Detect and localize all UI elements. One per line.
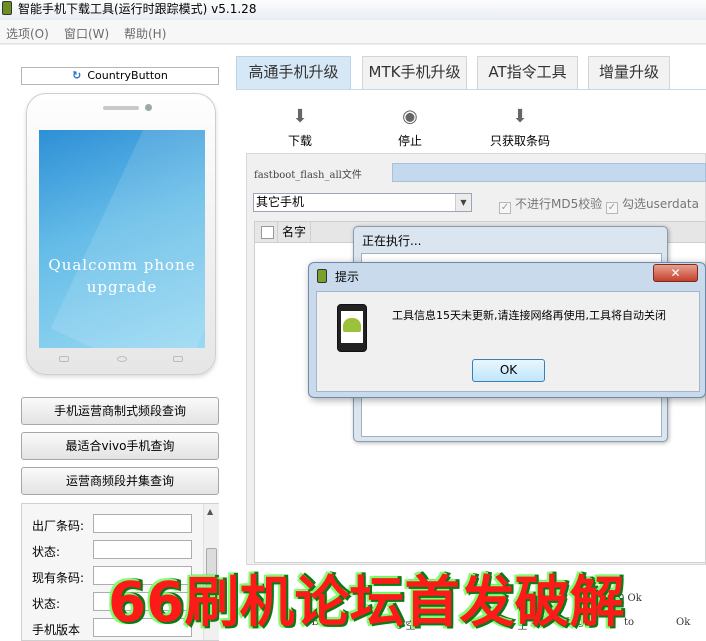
menu-help[interactable]: 帮助(H) [124,25,166,42]
menu-window[interactable]: 窗口(W) [64,25,109,42]
arrow-down-icon: ⬇ [512,106,528,127]
status-label-2: 状态: [32,597,61,611]
status-fragment: Ok [676,617,691,628]
close-button[interactable]: ✕ [653,264,698,282]
menu-bar: 选项(O) 窗口(W) 帮助(H) [0,20,706,44]
userdata-checkbox[interactable]: ✓ 勾选userdata [606,195,699,214]
download-label: 下载 [287,134,312,148]
stop-button[interactable]: ◉ 停止 [370,106,450,149]
screen-shine [50,130,205,348]
get-barcode-only-button[interactable]: ⬇ 只获取条码 [480,106,560,149]
current-barcode-label: 现有条码: [32,571,85,585]
country-button[interactable]: ↻ CountryButton [21,67,219,85]
scroll-up-icon[interactable]: ▲ [207,507,213,516]
phone-speaker [103,106,139,110]
phone-type-select[interactable]: 其它手机 ▼ [253,193,472,212]
message-dialog-title: 提示 [335,270,360,284]
tab-strip-line [236,89,706,90]
flash-all-path-field[interactable] [392,163,706,182]
android-robot-icon [343,318,361,332]
menu-key-icon [59,356,69,362]
refresh-icon: ↻ [72,69,82,82]
tab-qualcomm-upgrade[interactable]: 高通手机升级 [236,56,351,89]
stop-icon: ◉ [402,106,418,127]
flash-all-label: fastboot_flash_all文件 [254,170,362,181]
factory-barcode-field[interactable] [93,514,192,533]
app-icon [2,1,12,15]
stop-label: 停止 [397,134,422,148]
status-fragment: to [624,617,635,628]
menu-options[interactable]: 选项(O) [6,25,49,42]
title-bar: 智能手机下载工具(运行时跟踪模式) v5.1.28 [0,0,706,20]
tab-mtk-upgrade[interactable]: MTK手机升级 [362,56,467,89]
carrier-band-query-button[interactable]: 手机运营商制式频段查询 [21,397,219,425]
phone-screen: Qualcomm phone upgrade [39,130,205,348]
best-vivo-phone-query-button[interactable]: 最适合vivo手机查询 [21,432,219,460]
running-dialog-title: 正在执行... [362,234,422,248]
carrier-band-union-query-button[interactable]: 运营商频段并集查询 [21,467,219,495]
chevron-down-icon[interactable]: ▼ [455,194,471,211]
download-button[interactable]: ⬇ 下载 [260,106,340,149]
factory-barcode-label: 出厂条码: [32,519,85,533]
phone-screen-line-2: upgrade [86,278,158,296]
column-name[interactable]: 名字 [277,222,311,242]
phone-image: Qualcomm phone upgrade [26,93,216,375]
checkmark-icon: ✓ [499,202,511,214]
status-field-1[interactable] [93,540,192,559]
message-dialog-body: 工具信息15天未更新,请连接网络再使用,工具将自动关闭 OK [316,291,700,392]
phone-camera [145,104,152,111]
select-all-checkbox[interactable] [261,226,274,239]
skip-md5-checkbox[interactable]: ✓ 不进行MD5校验 [499,195,602,214]
ok-button[interactable]: OK [472,359,545,382]
tab-incremental-upgrade[interactable]: 增量升级 [588,56,670,89]
userdata-label: 勾选userdata [622,197,699,211]
checkmark-icon: ✓ [606,202,618,214]
phone-version-label: 手机版本 [32,623,81,637]
app-icon [317,269,327,283]
android-phone-icon [337,304,367,352]
message-dialog: 提示 ✕ 工具信息15天未更新,请连接网络再使用,工具将自动关闭 OK [308,262,706,398]
back-key-icon [173,356,183,362]
get-barcode-only-label: 只获取条码 [489,134,550,148]
watermark: 66刷机论坛首发破解 [108,570,625,634]
status-label-1: 状态: [32,545,61,559]
tab-at-command[interactable]: AT指令工具 [477,56,578,89]
phone-type-value: 其它手机 [256,195,305,209]
arrow-down-icon: ⬇ [292,106,308,127]
skip-md5-label: 不进行MD5校验 [515,197,603,211]
window-title: 智能手机下载工具(运行时跟踪模式) v5.1.28 [18,2,257,16]
home-key-icon [117,356,127,362]
message-text: 工具信息15天未更新,请连接网络再使用,工具将自动关闭 [392,309,666,322]
close-icon: ✕ [670,266,681,280]
country-button-label: CountryButton [87,69,168,82]
phone-screen-line-1: Qualcomm phone [48,256,196,274]
